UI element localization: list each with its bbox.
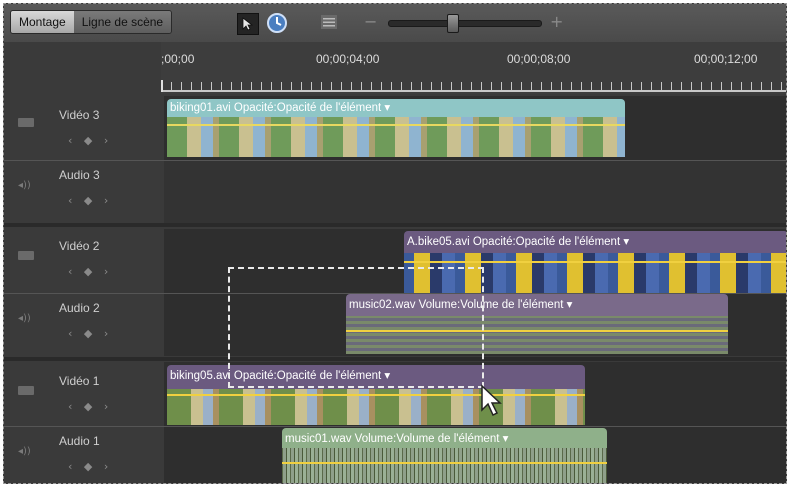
speaker-icon: ◂)) [18,313,31,324]
time-stretch-icon[interactable] [266,12,288,34]
track-header-video-1[interactable]: Vidéo 1 ‹ ◆ › [4,362,161,426]
timecode-label: 00;00;04;00 [316,52,380,66]
opacity-line[interactable] [167,124,625,126]
keyframe-navigator[interactable]: ‹ ◆ › [68,327,112,340]
speaker-icon: ◂)) [18,446,31,457]
timecode-label: 00;00;08;00 [507,52,571,66]
track-divider [4,426,786,427]
pointer-arrow-icon[interactable] [237,13,259,35]
keyframe-navigator[interactable]: ‹ ◆ › [68,134,112,147]
track-header-audio-3[interactable]: ◂)) Audio 3 ‹ ◆ › [4,160,161,222]
clip-title: music01.wav Volume:Volume de l'élément ▾ [285,433,509,445]
track-name: Vidéo 3 [59,108,100,122]
clip-title: biking01.avi Opacité:Opacité de l'élémen… [170,102,391,114]
selection-marquee [228,267,484,388]
zoom-out-icon[interactable]: − [364,12,377,31]
timeline-panel: Montage Ligne de scène − + ;00;00 00;00;… [3,3,787,484]
list-icon[interactable] [320,14,338,30]
track-name: Vidéo 1 [59,374,100,388]
zoom-in-icon[interactable]: + [550,12,563,31]
time-ruler[interactable]: ;00;00 00;00;04;00 00;00;08;00 00;00;12;… [161,42,786,94]
clip-title: A.bike05.avi Opacité:Opacité de l'élémen… [407,236,630,248]
film-icon [18,386,34,395]
volume-line[interactable] [282,462,607,464]
lane-audio-3[interactable] [164,161,786,223]
tab-montage[interactable]: Montage [11,11,74,33]
timeline-toolbar: Montage Ligne de scène − + [4,4,786,42]
mouse-cursor-icon [480,384,504,422]
track-header-video-3[interactable]: Vidéo 3 ‹ ◆ › [4,96,161,160]
track-name: Audio 1 [59,434,100,448]
clip-biking01[interactable]: biking01.avi Opacité:Opacité de l'élémen… [167,99,625,157]
playhead[interactable] [161,80,163,92]
track-group-divider [4,223,786,227]
opacity-line[interactable] [404,261,786,263]
keyframe-navigator[interactable]: ‹ ◆ › [68,265,112,278]
opacity-line[interactable] [167,394,585,396]
tab-ligne-de-scene[interactable]: Ligne de scène [73,11,172,33]
timecode-label: 00;00;12;00 [694,52,758,66]
keyframe-navigator[interactable]: ‹ ◆ › [68,194,112,207]
track-name: Audio 2 [59,301,100,315]
track-name: Vidéo 2 [59,239,100,253]
track-name: Audio 3 [59,168,100,182]
film-icon [18,251,34,260]
view-tabs: Montage Ligne de scène [10,10,173,34]
film-icon [18,118,34,127]
zoom-slider-handle[interactable] [447,14,459,33]
clip-music01[interactable]: music01.wav Volume:Volume de l'élément ▾ [282,428,607,483]
zoom-slider[interactable] [388,20,542,27]
track-header-video-2[interactable]: Vidéo 2 ‹ ◆ › [4,229,161,293]
speaker-icon: ◂)) [18,180,31,191]
track-header-audio-2[interactable]: ◂)) Audio 2 ‹ ◆ › [4,293,161,357]
timecode-label: ;00;00 [161,52,195,66]
ruler-baseline [161,90,786,92]
keyframe-navigator[interactable]: ‹ ◆ › [68,400,112,413]
keyframe-navigator[interactable]: ‹ ◆ › [68,460,112,473]
clip-thumbnails [167,117,625,157]
track-divider [4,160,786,161]
track-header-audio-1[interactable]: ◂)) Audio 1 ‹ ◆ › [4,426,161,483]
audio-waveform [282,448,607,483]
